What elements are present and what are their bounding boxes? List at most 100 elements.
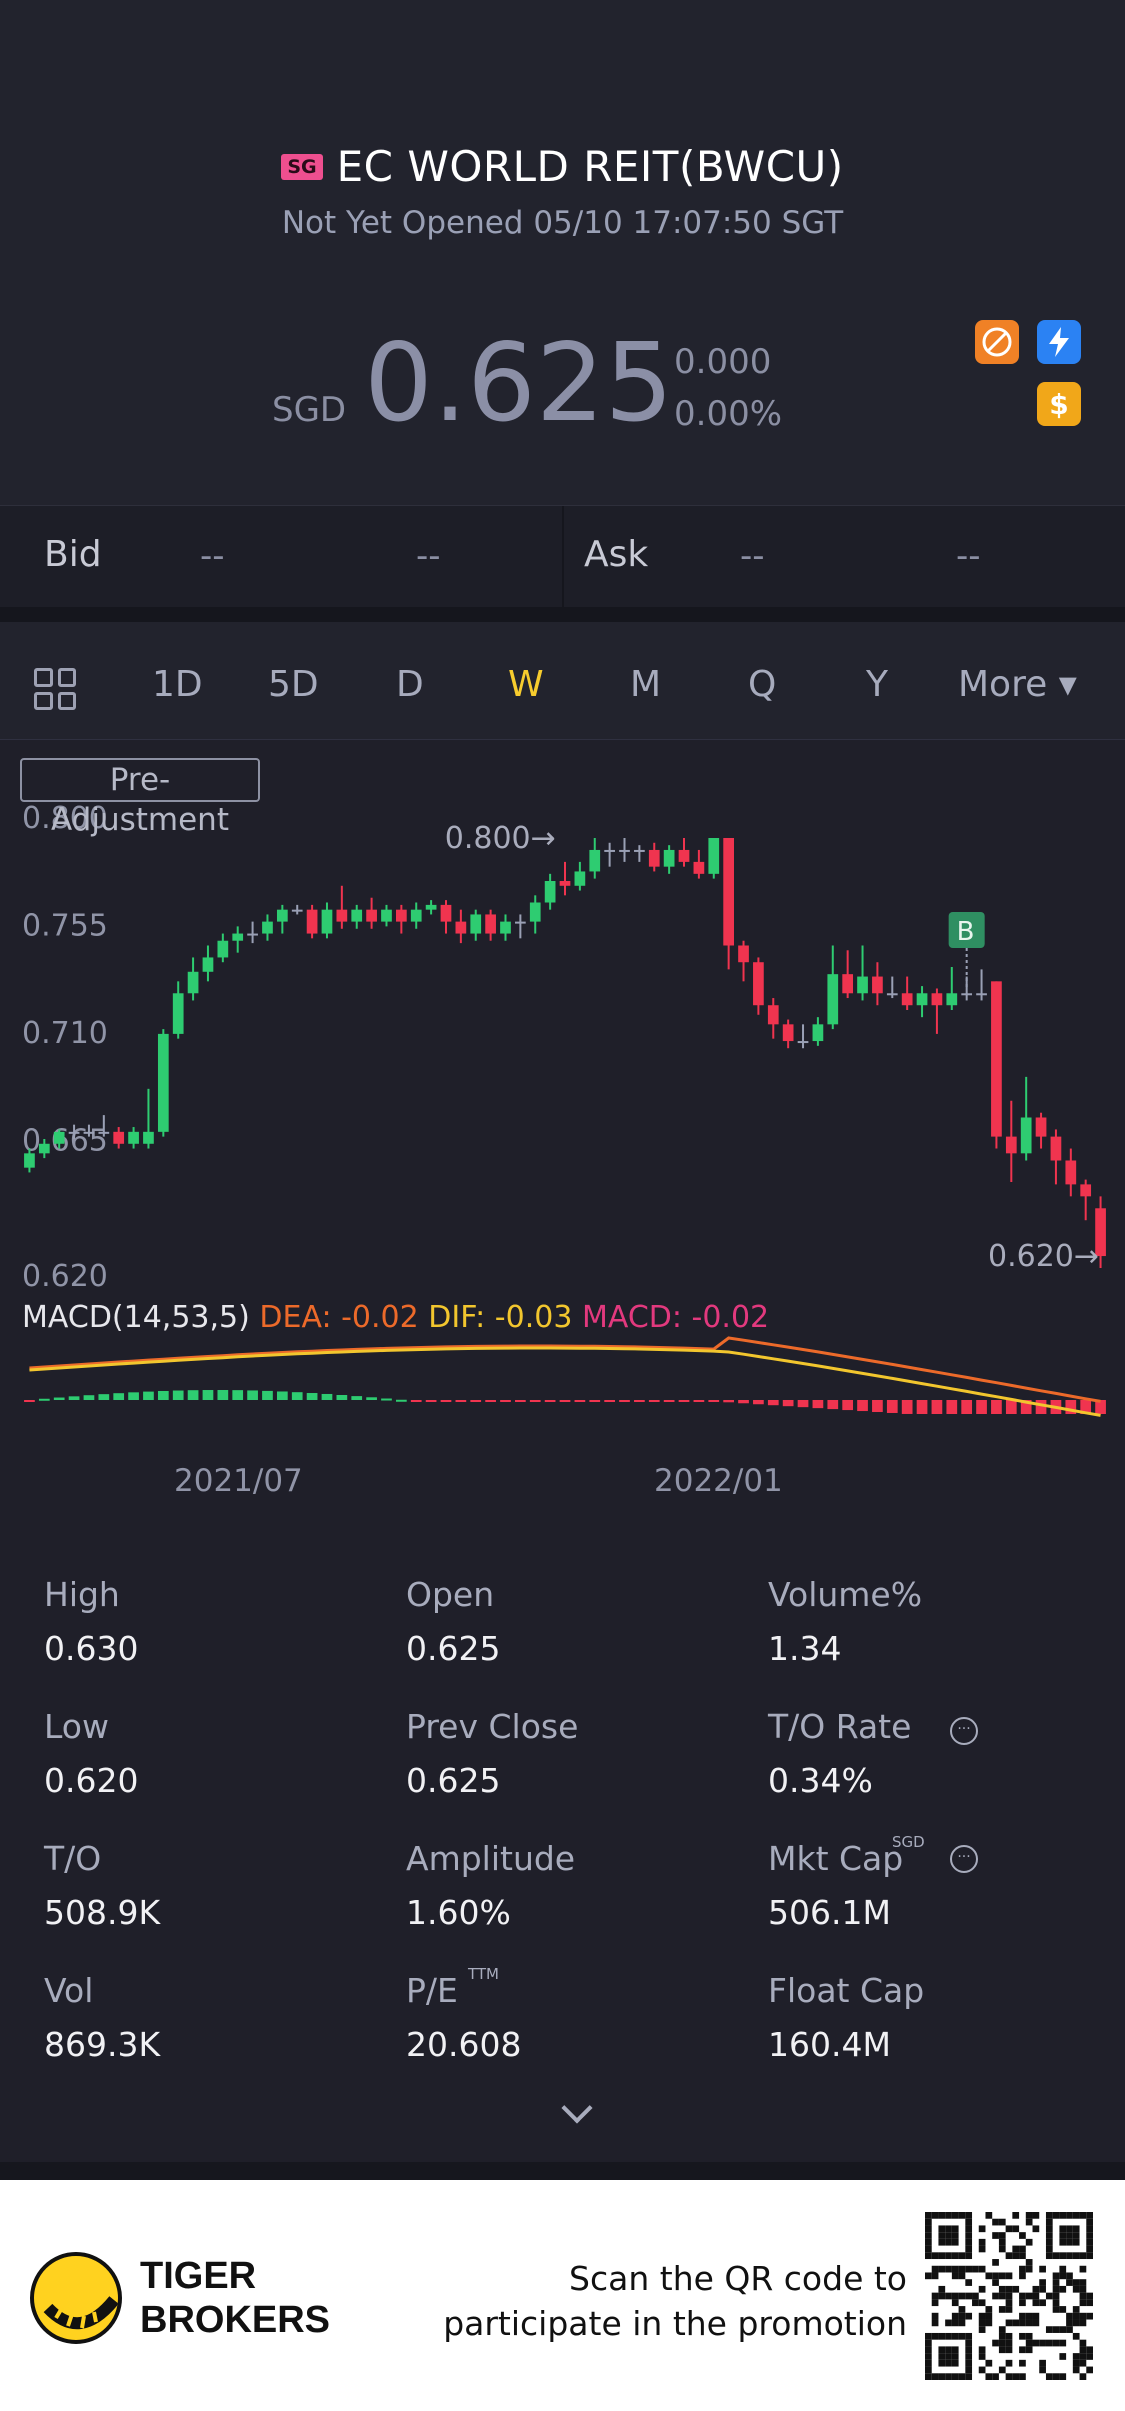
macd-histogram-bar bbox=[1005, 1400, 1017, 1414]
stat-label-to-rate: T/O Rate bbox=[768, 1707, 912, 1746]
stat-value-open: 0.625 bbox=[406, 1629, 501, 1668]
candlestick-chart[interactable]: 0.8000.7550.7100.6650.6200.800→0.620→B bbox=[0, 740, 1125, 1540]
qr-finder-module bbox=[951, 2332, 959, 2340]
qr-finder-module bbox=[951, 2238, 959, 2246]
qr-module bbox=[951, 2265, 959, 2273]
qr-finder-module bbox=[1086, 2212, 1093, 2219]
stat-value-mkt-cap: 506.1M bbox=[768, 1893, 891, 1932]
grid-icon[interactable] bbox=[34, 668, 76, 710]
qr-finder-module bbox=[965, 2346, 973, 2354]
qr-finder-module bbox=[1072, 2225, 1080, 2233]
dollar-icon[interactable]: $ bbox=[1037, 382, 1081, 426]
no-short-icon[interactable] bbox=[975, 320, 1019, 364]
candle-body bbox=[232, 933, 244, 941]
mkt-cap-info-icon[interactable]: ··· bbox=[950, 1845, 978, 1873]
qr-finder-module bbox=[1079, 2212, 1087, 2219]
qr-finder-module bbox=[1086, 2245, 1093, 2253]
qr-module bbox=[1025, 2332, 1033, 2340]
qr-finder-module bbox=[1059, 2238, 1067, 2246]
qr-module bbox=[1012, 2319, 1020, 2327]
qr-module bbox=[1045, 2373, 1053, 2380]
bid-price: -- bbox=[200, 536, 225, 576]
stat-label-high: High bbox=[44, 1575, 120, 1614]
qr-module bbox=[1079, 2292, 1087, 2300]
tab-q[interactable]: Q bbox=[748, 664, 776, 705]
macd-histogram-bar bbox=[83, 1395, 95, 1400]
qr-module bbox=[1086, 2353, 1093, 2360]
macd-histogram-bar bbox=[306, 1393, 318, 1400]
qr-finder-module bbox=[938, 2252, 946, 2260]
qr-module bbox=[938, 2265, 946, 2273]
stock-name[interactable]: EC WORLD REIT(BWCU) bbox=[337, 142, 844, 191]
qr-module bbox=[992, 2232, 999, 2239]
tiger-brokers-logo-icon bbox=[30, 2252, 122, 2344]
macd-histogram-bar bbox=[485, 1400, 496, 1402]
to-rate-info-icon[interactable]: ··· bbox=[950, 1717, 978, 1745]
qr-finder-module bbox=[1079, 2252, 1087, 2260]
qr-finder-module bbox=[925, 2218, 932, 2226]
qr-module bbox=[1072, 2279, 1080, 2286]
qr-finder-module bbox=[938, 2232, 946, 2239]
tab-m[interactable]: M bbox=[630, 664, 661, 705]
qr-module bbox=[1019, 2346, 1026, 2354]
qr-module bbox=[1025, 2265, 1033, 2273]
pre-adjustment-button[interactable]: Pre-Adjustment bbox=[20, 758, 260, 838]
qr-module bbox=[965, 2265, 973, 2273]
macd-histogram-bar bbox=[262, 1390, 273, 1400]
bid-size: -- bbox=[416, 536, 441, 576]
tab-d[interactable]: D bbox=[396, 664, 424, 705]
candle-body bbox=[574, 871, 586, 886]
tab-1d[interactable]: 1D bbox=[152, 664, 203, 705]
qr-module bbox=[1005, 2299, 1013, 2307]
candle-body bbox=[381, 909, 392, 922]
tab-y[interactable]: Y bbox=[866, 664, 888, 705]
candle-body bbox=[916, 993, 928, 1006]
qr-module bbox=[978, 2312, 986, 2320]
tab-w[interactable]: W bbox=[508, 664, 544, 705]
macd-histogram-bar bbox=[143, 1391, 154, 1400]
candle-body bbox=[1080, 1184, 1092, 1197]
macd-title: MACD(14,53,5) bbox=[22, 1300, 250, 1335]
qr-module bbox=[1072, 2332, 1080, 2340]
macd-histogram-bar bbox=[648, 1400, 660, 1402]
qr-module bbox=[1005, 2319, 1013, 2327]
stat-value-low: 0.620 bbox=[44, 1761, 139, 1800]
qr-module bbox=[1052, 2306, 1060, 2313]
qr-module bbox=[1039, 2279, 1046, 2286]
candle-body bbox=[366, 909, 377, 922]
qr-module bbox=[1059, 2326, 1067, 2333]
tab-5d[interactable]: 5D bbox=[268, 664, 319, 705]
qr-module bbox=[1005, 2332, 1013, 2340]
candle-body bbox=[38, 1143, 50, 1154]
qr-module bbox=[1025, 2238, 1033, 2246]
qr-finder-module bbox=[945, 2238, 952, 2246]
qr-module bbox=[958, 2306, 966, 2313]
qr-module bbox=[1052, 2279, 1060, 2286]
stat-label-mkt-cap: Mkt Cap bbox=[768, 1839, 904, 1878]
candle-body bbox=[1035, 1117, 1047, 1137]
candle-body bbox=[187, 971, 199, 994]
candle-body bbox=[113, 1131, 125, 1144]
qr-module bbox=[1005, 2252, 1013, 2260]
tab-more[interactable]: More ▾ bbox=[958, 664, 1077, 705]
stat-label-amplitude: Amplitude bbox=[406, 1839, 576, 1878]
qr-finder-module bbox=[965, 2359, 973, 2367]
qr-finder-module bbox=[958, 2332, 966, 2340]
chart-area[interactable]: 0.800 0.755 0.710 0.665 0.620 0.800→ 0.620→ B bbox=[0, 740, 1125, 1540]
promo-footer: TIGER BROKERS Scan the QR code to partic… bbox=[0, 2180, 1125, 2411]
qr-code[interactable] bbox=[925, 2212, 1093, 2380]
candle-body bbox=[872, 976, 883, 994]
qr-finder-module bbox=[1072, 2238, 1080, 2246]
qr-finder-module bbox=[931, 2373, 939, 2380]
macd-histogram-bar bbox=[38, 1398, 50, 1401]
qr-module bbox=[945, 2319, 952, 2327]
bid-ask-bar: Bid -- -- Ask -- -- bbox=[0, 505, 1125, 608]
y-axis-label: 0.620 bbox=[22, 1259, 108, 1294]
macd-histogram-bar bbox=[916, 1400, 928, 1414]
qr-finder-module bbox=[925, 2353, 932, 2360]
macd-dif: DIF: -0.03 bbox=[428, 1300, 573, 1335]
macd-histogram-bar bbox=[202, 1390, 214, 1400]
qr-module bbox=[1012, 2225, 1020, 2233]
lightning-icon[interactable] bbox=[1037, 320, 1081, 364]
qr-finder-module bbox=[965, 2339, 973, 2347]
